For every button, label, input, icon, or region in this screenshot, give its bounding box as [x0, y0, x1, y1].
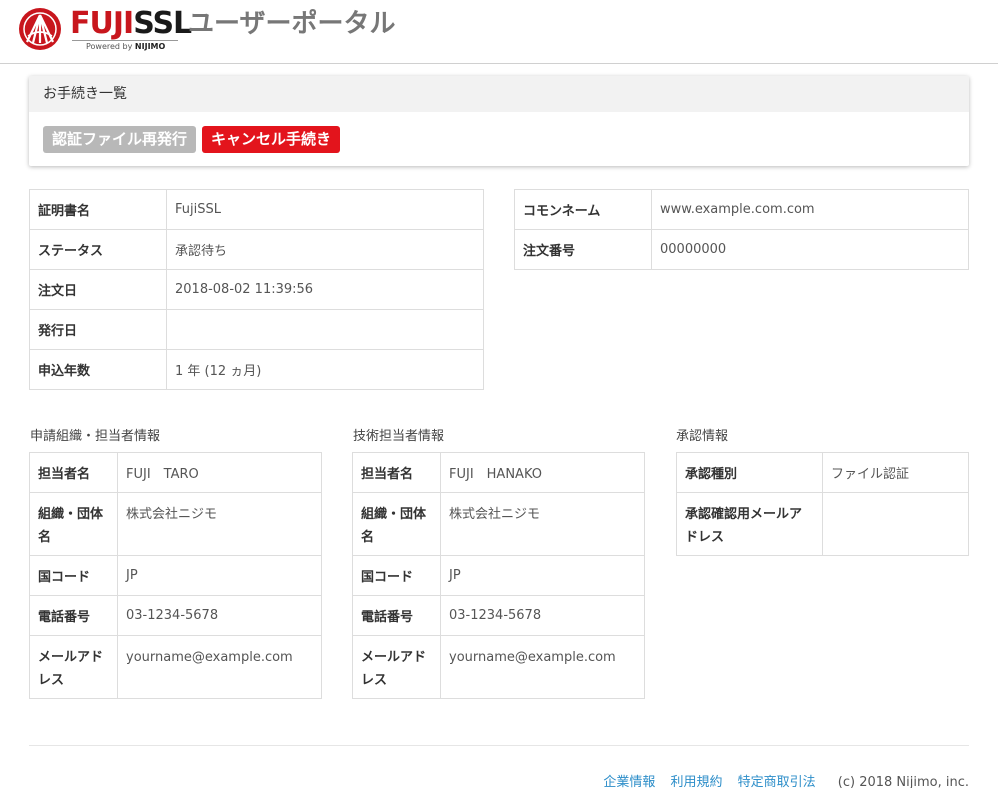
fujissl-logo-wordmark[interactable]: FUJISSL [70, 4, 192, 44]
applicant-phone-label: 電話番号 [29, 595, 118, 636]
table-row: 組織・団体名 株式会社ニジモ [352, 492, 645, 556]
applicant-email-value: yourname@example.com [117, 635, 322, 699]
technical-person-value: FUJI HANAKO [440, 452, 645, 493]
status-value: 承認待ち [166, 229, 484, 270]
footer-link-terms[interactable]: 利用規約 [670, 775, 722, 788]
cancel-procedure-button[interactable]: キャンセル手続き [202, 126, 341, 153]
certificate-info-table: 証明書名 FujiSSL ステータス 承認待ち 注文日 2018-08-02 1… [29, 189, 484, 390]
order-date-value: 2018-08-02 11:39:56 [166, 269, 484, 310]
technical-email-value: yourname@example.com [440, 635, 645, 699]
approval-type-value: ファイル認証 [822, 452, 969, 493]
procedures-panel: お手続き一覧 認証ファイル再発行 キャンセル手続き [29, 76, 969, 166]
applicant-country-label: 国コード [29, 555, 118, 596]
footer-link-company[interactable]: 企業情報 [603, 775, 655, 788]
table-row: メールアドレス yourname@example.com [29, 635, 322, 699]
technical-phone-value: 03-1234-5678 [440, 595, 645, 636]
technical-section-title: 技術担当者情報 [353, 429, 445, 444]
table-row: ステータス 承認待ち [29, 229, 484, 270]
table-row: 承認確認用メールアドレス [676, 492, 969, 556]
nijimo-label: NIJIMO [134, 42, 166, 51]
technical-country-label: 国コード [352, 555, 441, 596]
table-row: 申込年数 1 年 (12 ヵ月) [29, 349, 484, 390]
common-name-table: コモンネーム www.example.com.com 注文番号 00000000 [514, 189, 969, 270]
technical-country-value: JP [440, 555, 645, 596]
powered-by-label: Powered by [86, 42, 133, 51]
table-row: 証明書名 FujiSSL [29, 189, 484, 230]
order-date-label: 注文日 [29, 269, 167, 310]
applicant-info-table: 担当者名 FUJI TARO 組織・団体名 株式会社ニジモ 国コード JP 電話… [29, 452, 322, 699]
approval-section-title: 承認情報 [676, 429, 729, 444]
years-label: 申込年数 [29, 349, 167, 390]
table-row: メールアドレス yourname@example.com [352, 635, 645, 699]
applicant-phone-value: 03-1234-5678 [117, 595, 322, 636]
technical-phone-label: 電話番号 [352, 595, 441, 636]
order-number-label: 注文番号 [514, 229, 652, 270]
technical-person-label: 担当者名 [352, 452, 441, 493]
table-row: 国コード JP [352, 555, 645, 596]
status-label: ステータス [29, 229, 167, 270]
table-row: 担当者名 FUJI HANAKO [352, 452, 645, 493]
issue-date-label: 発行日 [29, 309, 167, 350]
table-row: 承認種別 ファイル認証 [676, 452, 969, 493]
certificate-name-label: 証明書名 [29, 189, 167, 230]
footer-divider [29, 745, 969, 746]
years-value: 1 年 (12 ヵ月) [166, 349, 484, 390]
technical-email-label: メールアドレス [352, 635, 441, 699]
table-row: 注文番号 00000000 [514, 229, 969, 270]
technical-org-label: 組織・団体名 [352, 492, 441, 556]
table-row: 組織・団体名 株式会社ニジモ [29, 492, 322, 556]
table-row: 担当者名 FUJI TARO [29, 452, 322, 493]
fujissl-logo-icon[interactable] [14, 6, 66, 52]
site-header: FUJISSL Powered by NIJIMO ユーザーポータル [0, 0, 998, 64]
approval-email-label: 承認確認用メールアドレス [676, 492, 823, 556]
technical-org-value: 株式会社ニジモ [440, 492, 645, 556]
procedures-title: お手続き一覧 [29, 76, 969, 112]
table-row: 発行日 [29, 309, 484, 350]
copyright-text: (c) 2018 Nijimo, inc. [837, 775, 969, 788]
logo-fuji-text: FUJI [70, 6, 134, 41]
table-row: 注文日 2018-08-02 11:39:56 [29, 269, 484, 310]
applicant-section-title: 申請組織・担当者情報 [30, 429, 161, 444]
common-name-value: www.example.com.com [651, 189, 969, 230]
reissue-auth-file-button[interactable]: 認証ファイル再発行 [43, 126, 197, 153]
applicant-person-value: FUJI TARO [117, 452, 322, 493]
common-name-label: コモンネーム [514, 189, 652, 230]
applicant-org-value: 株式会社ニジモ [117, 492, 322, 556]
approval-info-table: 承認種別 ファイル認証 承認確認用メールアドレス [676, 452, 969, 556]
applicant-country-value: JP [117, 555, 322, 596]
order-number-value: 00000000 [651, 229, 969, 270]
site-footer: 企業情報 利用規約 特定商取引法 (c) 2018 Nijimo, inc. [592, 771, 969, 788]
powered-by-text: Powered by NIJIMO [86, 42, 165, 51]
certificate-name-value: FujiSSL [166, 189, 484, 230]
table-row: 国コード JP [29, 555, 322, 596]
approval-type-label: 承認種別 [676, 452, 823, 493]
logo-divider [72, 40, 178, 41]
table-row: コモンネーム www.example.com.com [514, 189, 969, 230]
table-row: 電話番号 03-1234-5678 [29, 595, 322, 636]
applicant-person-label: 担当者名 [29, 452, 118, 493]
issue-date-value [166, 309, 484, 350]
table-row: 電話番号 03-1234-5678 [352, 595, 645, 636]
technical-info-table: 担当者名 FUJI HANAKO 組織・団体名 株式会社ニジモ 国コード JP … [352, 452, 645, 699]
procedures-actions: 認証ファイル再発行 キャンセル手続き [29, 112, 969, 167]
portal-title: ユーザーポータル [188, 9, 396, 39]
applicant-org-label: 組織・団体名 [29, 492, 118, 556]
footer-link-law[interactable]: 特定商取引法 [738, 775, 816, 788]
applicant-email-label: メールアドレス [29, 635, 118, 699]
logo-ssl-text: SSL [133, 6, 192, 41]
approval-email-value [822, 492, 969, 556]
